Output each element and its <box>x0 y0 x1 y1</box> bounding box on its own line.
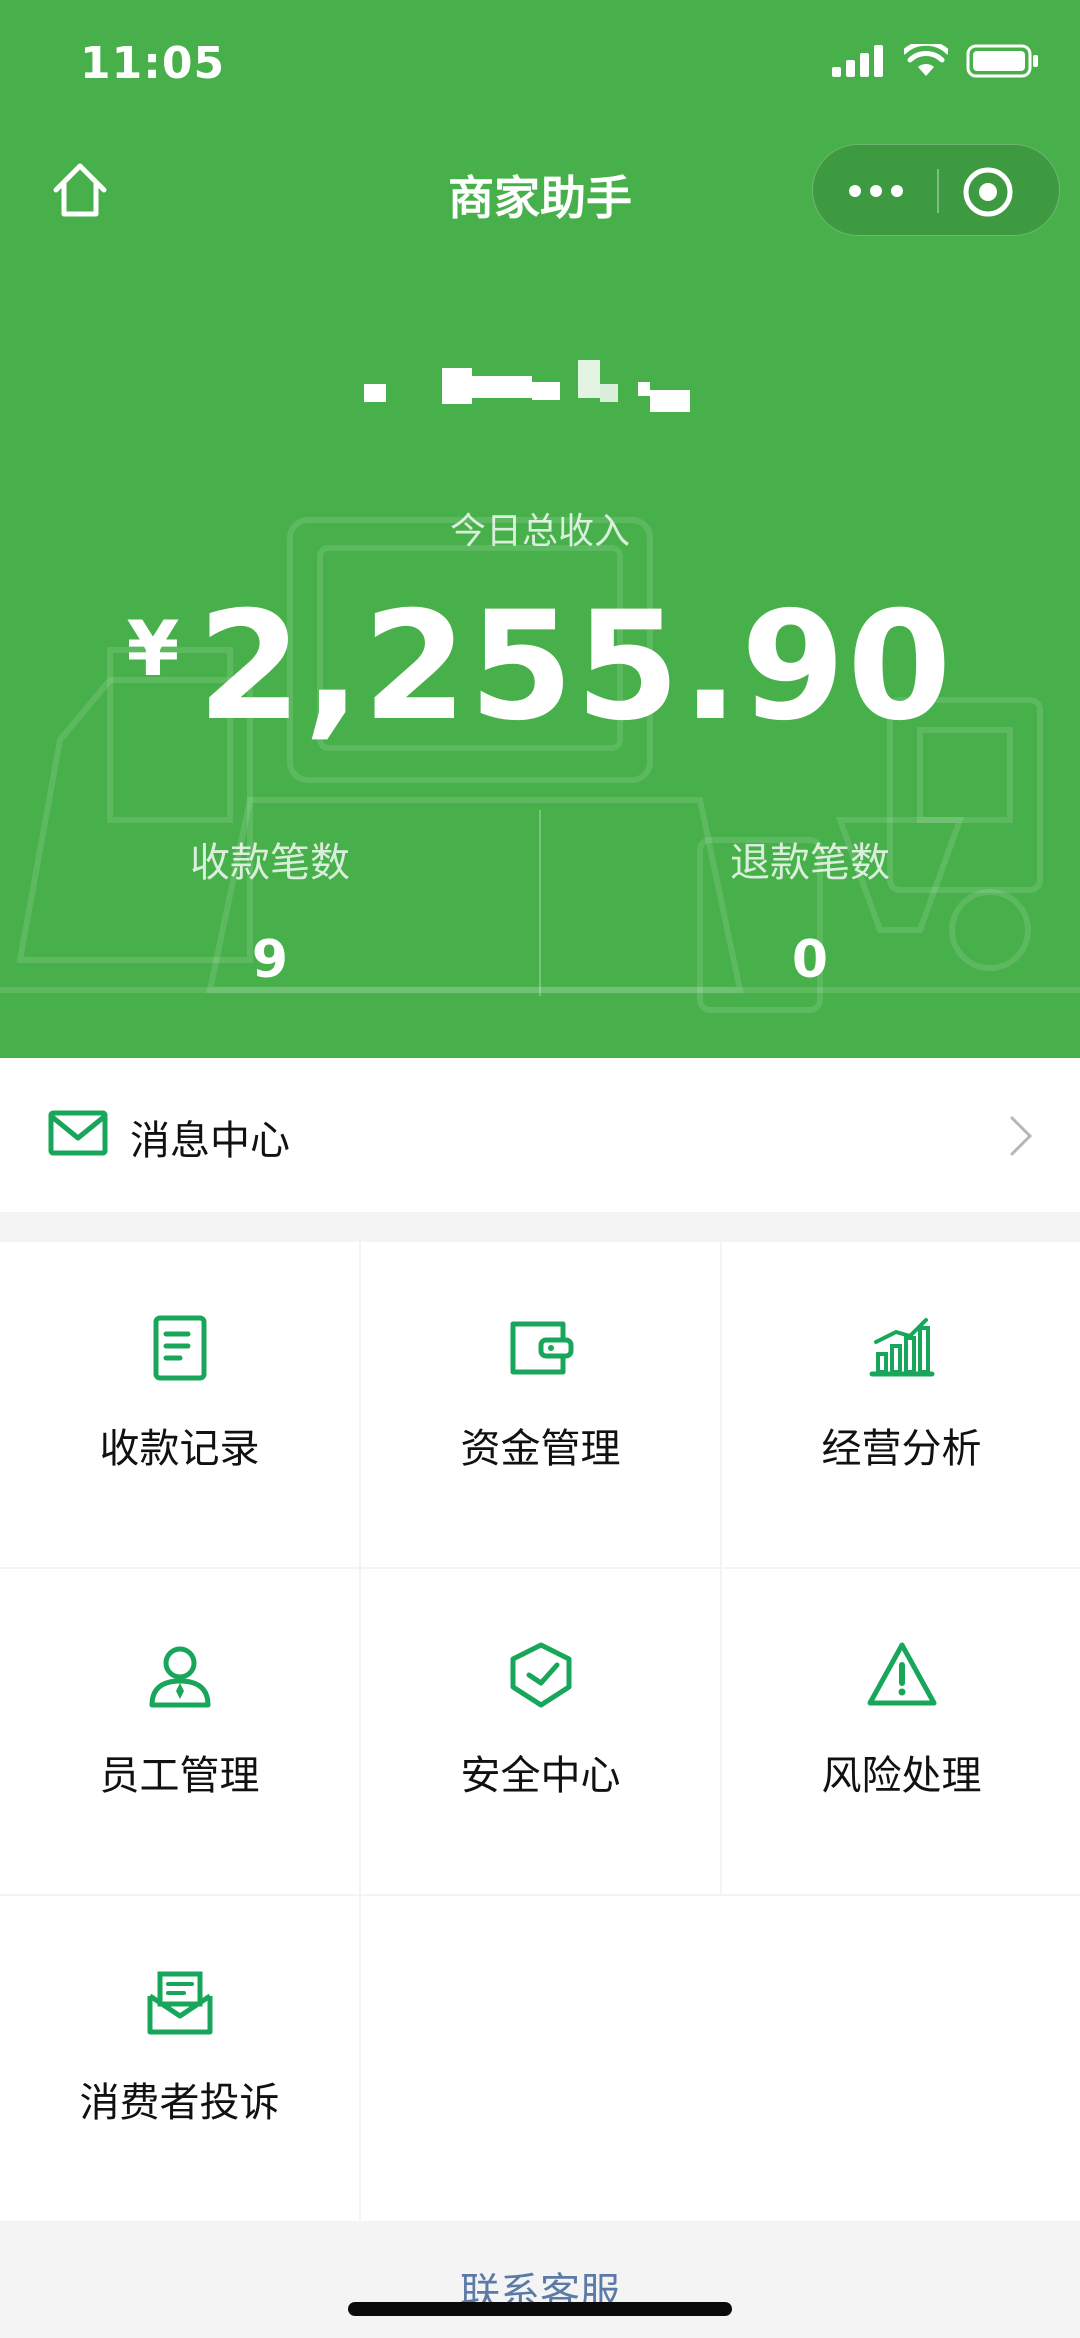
mail-icon <box>48 1110 108 1156</box>
navigation-bar: 商家助手 <box>0 140 1080 240</box>
income-value: 2,255.90 <box>197 580 954 754</box>
menu-item-label: 员工管理 <box>99 1753 260 1799</box>
complaint-envelope-icon <box>147 1971 213 2035</box>
menu-item-risk-handling[interactable]: 风险处理 <box>722 1569 1080 1894</box>
menu-item-label: 消费者投诉 <box>79 2080 280 2126</box>
menu-item-business-analysis[interactable]: 经营分析 <box>722 1242 1080 1567</box>
shop-name-redacted <box>364 360 690 412</box>
menu-item-label: 收款记录 <box>99 1426 260 1472</box>
currency-symbol: ¥ <box>126 604 180 693</box>
home-indicator <box>348 2302 732 2316</box>
menu-item-security-center[interactable]: 安全中心 <box>361 1569 720 1894</box>
wallet-icon <box>510 1321 574 1375</box>
status-bar: 11:05 <box>0 0 1080 130</box>
warning-icon <box>867 1642 937 1706</box>
empty-grid-cell <box>361 1896 1080 2221</box>
miniprogram-capsule <box>812 144 1060 236</box>
chevron-right-icon <box>1010 1116 1033 1156</box>
receipts-count: 9 <box>251 930 289 990</box>
capsule-divider <box>937 169 939 213</box>
summary-header: 11:05 商家助手 今日总收入 ¥ 2,255.90 收款笔数 9 退款笔数 … <box>0 0 1080 1058</box>
refunds-count: 0 <box>791 930 829 990</box>
menu-item-receipt-records[interactable]: 收款记录 <box>0 1242 359 1567</box>
receipt-icon <box>153 1315 207 1381</box>
income-amount: ¥2,255.90 <box>0 580 1080 754</box>
refunds-stat[interactable]: 退款笔数 0 <box>540 830 1080 990</box>
menu-item-label: 资金管理 <box>460 1426 621 1472</box>
menu-item-consumer-complaints[interactable]: 消费者投诉 <box>0 1896 359 2221</box>
close-miniprogram-icon[interactable] <box>961 165 1015 219</box>
message-center-label: 消息中心 <box>130 1118 290 1164</box>
receipts-stat[interactable]: 收款笔数 9 <box>0 830 540 990</box>
refunds-label: 退款笔数 <box>730 840 890 886</box>
status-time: 11:05 <box>80 38 226 89</box>
bar-chart-icon <box>869 1318 935 1377</box>
shield-icon <box>510 1642 572 1708</box>
receipts-label: 收款笔数 <box>190 840 350 886</box>
battery-icon <box>966 44 1038 78</box>
cellular-signal-icon <box>832 45 883 77</box>
message-center-row[interactable]: 消息中心 <box>0 1058 1080 1212</box>
menu-item-label: 安全中心 <box>460 1753 621 1799</box>
staff-icon <box>149 1646 211 1708</box>
menu-item-label: 风险处理 <box>821 1753 982 1799</box>
income-label: 今日总收入 <box>449 511 630 552</box>
wifi-icon <box>904 44 948 76</box>
menu-item-label: 经营分析 <box>821 1426 982 1472</box>
menu-item-staff-management[interactable]: 员工管理 <box>0 1569 359 1894</box>
more-options-icon[interactable] <box>841 169 911 213</box>
menu-item-fund-management[interactable]: 资金管理 <box>361 1242 720 1567</box>
status-icons <box>832 44 1040 78</box>
